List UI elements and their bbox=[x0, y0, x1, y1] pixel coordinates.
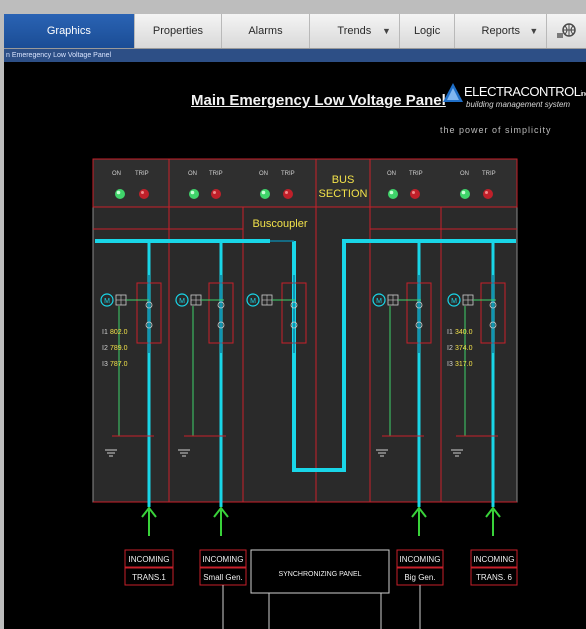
panel-graphic-view: Main Emergency Low Voltage Panel ELECTRA… bbox=[4, 62, 586, 629]
svg-text:I2: I2 bbox=[447, 345, 453, 352]
reading-right-3: 317.0 bbox=[455, 361, 473, 368]
on-label-1: ON bbox=[112, 171, 121, 177]
menu-logic-label: Logic bbox=[413, 25, 441, 37]
menu-trends-label: Trends bbox=[337, 25, 372, 37]
svg-text:I3: I3 bbox=[102, 361, 108, 368]
network-icon[interactable] bbox=[547, 14, 586, 48]
menu-logic[interactable]: Logic bbox=[400, 14, 456, 48]
trip-lamp-5 bbox=[483, 189, 493, 199]
on-lamp-3 bbox=[260, 189, 270, 199]
on-lamp-1 bbox=[115, 189, 125, 199]
synchronizing-panel-label: SYNCHRONIZING PANEL bbox=[278, 571, 361, 578]
svg-text:I2: I2 bbox=[102, 345, 108, 352]
menu-properties-label: Properties bbox=[152, 25, 204, 37]
incoming-big-gen-line2: Big Gen. bbox=[404, 573, 435, 582]
incoming-arrow-1 bbox=[141, 507, 157, 537]
application-window: Graphics Properties Alarms Trends ▼ Logic… bbox=[0, 0, 586, 629]
menu-graphics[interactable]: Graphics bbox=[4, 14, 135, 48]
trip-lamp-1 bbox=[139, 189, 149, 199]
svg-text:I1: I1 bbox=[447, 329, 453, 336]
trip-lamp-2 bbox=[211, 189, 221, 199]
on-lamp-2 bbox=[189, 189, 199, 199]
sync-connections bbox=[222, 585, 421, 629]
readings-left: I1 802.0 I2 789.0 I3 787.0 bbox=[102, 329, 128, 368]
incoming-arrow-4 bbox=[485, 507, 501, 537]
reading-left-1: 802.0 bbox=[110, 329, 128, 336]
on-lamp-5 bbox=[460, 189, 470, 199]
incoming-small-gen-line2: Small Gen. bbox=[203, 573, 243, 582]
menu-graphics-label: Graphics bbox=[46, 25, 91, 37]
incoming-small-gen-line1: INCOMING bbox=[203, 555, 244, 564]
menu-trends[interactable]: Trends ▼ bbox=[310, 14, 400, 48]
trip-label-4: TRIP bbox=[409, 171, 423, 177]
switchgear-cabinet bbox=[92, 158, 518, 503]
incoming-boxes bbox=[124, 549, 518, 586]
incoming-trans1-line2: TRANS.1 bbox=[132, 573, 166, 582]
readings-right: I1 340.0 I2 374.0 I3 317.0 bbox=[447, 329, 473, 368]
incoming-trans1-line1: INCOMING bbox=[129, 555, 170, 564]
menu-reports-label: Reports bbox=[481, 25, 521, 37]
on-label-3: ON bbox=[259, 171, 268, 177]
incoming-arrow-3 bbox=[411, 507, 427, 537]
svg-text:I1: I1 bbox=[102, 329, 108, 336]
menu-reports[interactable]: Reports ▼ bbox=[455, 14, 548, 48]
reports-dropdown-icon: ▼ bbox=[529, 26, 539, 36]
trip-label-3: TRIP bbox=[281, 171, 295, 177]
bus-section-label-2: SECTION bbox=[319, 188, 368, 200]
menu-alarms-label: Alarms bbox=[248, 25, 283, 37]
trip-label-1: TRIP bbox=[135, 171, 149, 177]
reading-left-2: 789.0 bbox=[110, 345, 128, 352]
menu-properties[interactable]: Properties bbox=[135, 14, 223, 48]
buscoupler-label: Buscoupler bbox=[252, 218, 307, 230]
incoming-trans6-line2: TRANS. 6 bbox=[476, 573, 513, 582]
trip-lamp-4 bbox=[410, 189, 420, 199]
trip-label-5: TRIP bbox=[482, 171, 496, 177]
menu-alarms[interactable]: Alarms bbox=[222, 14, 310, 48]
trip-label-2: TRIP bbox=[209, 171, 223, 177]
on-lamp-4 bbox=[388, 189, 398, 199]
reading-right-1: 340.0 bbox=[455, 329, 473, 336]
lamp-strip bbox=[92, 158, 518, 208]
reading-right-2: 374.0 bbox=[455, 345, 473, 352]
bus-section-label-1: BUS bbox=[332, 174, 355, 186]
incoming-big-gen-line1: INCOMING bbox=[400, 555, 441, 564]
incoming-arrow-2 bbox=[213, 507, 229, 537]
incoming-trans6-line1: INCOMING bbox=[474, 555, 515, 564]
svg-text:I3: I3 bbox=[447, 361, 453, 368]
single-line-diagram: M bbox=[92, 158, 518, 629]
main-menu-bar: Graphics Properties Alarms Trends ▼ Logic… bbox=[4, 14, 586, 49]
network-icon-graphic bbox=[556, 23, 576, 38]
trip-lamp-3 bbox=[283, 189, 293, 199]
reading-left-3: 787.0 bbox=[110, 361, 128, 368]
on-label-4: ON bbox=[387, 171, 396, 177]
trends-dropdown-icon: ▼ bbox=[382, 26, 391, 36]
on-label-2: ON bbox=[188, 171, 197, 177]
breadcrumb: n Emeregency Low Voltage Panel bbox=[4, 49, 586, 62]
on-label-5: ON bbox=[460, 171, 469, 177]
